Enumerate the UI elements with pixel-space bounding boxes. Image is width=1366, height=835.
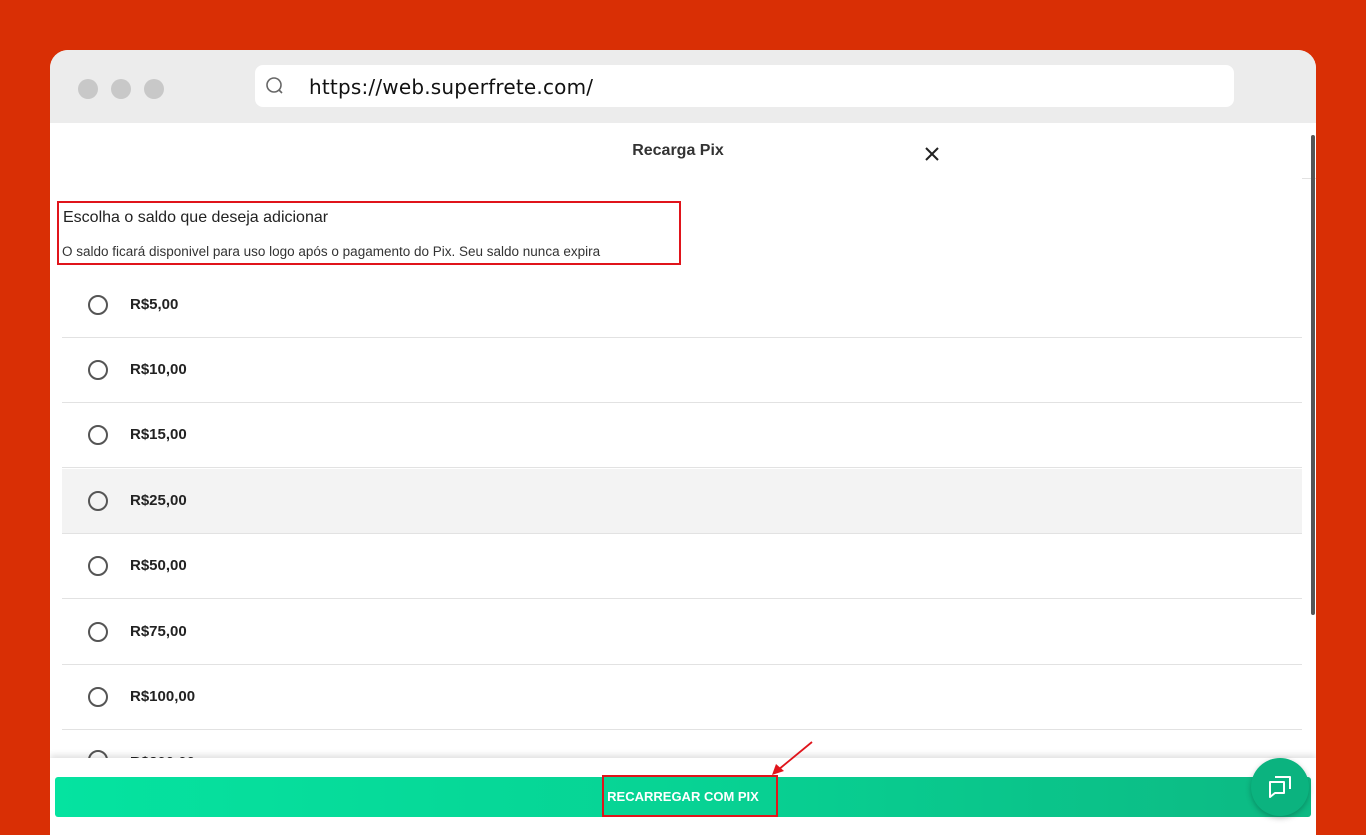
browser-window: https://web.superfrete.com/ Recarga Pix … xyxy=(50,50,1316,835)
option-label: R$5,00 xyxy=(130,296,179,313)
intro-title: Escolha o saldo que deseja adicionar xyxy=(63,209,329,226)
option-label: R$10,00 xyxy=(130,361,187,378)
browser-chrome: https://web.superfrete.com/ xyxy=(50,50,1316,123)
chat-icon xyxy=(1269,776,1291,798)
address-bar[interactable]: https://web.superfrete.com/ xyxy=(255,65,1234,107)
option-row[interactable]: R$50,00 xyxy=(62,534,1302,599)
window-maximize-dot[interactable] xyxy=(144,79,164,99)
option-row[interactable]: R$10,00 xyxy=(62,338,1302,403)
intro-highlight-box: Escolha o saldo que deseja adicionar O s… xyxy=(57,201,681,265)
window-minimize-dot[interactable] xyxy=(111,79,131,99)
option-row[interactable]: R$5,00 xyxy=(62,273,1302,338)
modal-footer: RECARREGAR COM PIX xyxy=(50,758,1316,835)
option-label: R$75,00 xyxy=(130,623,187,640)
window-close-dot[interactable] xyxy=(78,79,98,99)
option-row[interactable]: R$100,00 xyxy=(62,665,1302,730)
radio-button[interactable] xyxy=(88,491,108,511)
recharge-pix-label: RECARREGAR COM PIX xyxy=(607,789,759,804)
option-label: R$50,00 xyxy=(130,557,187,574)
close-icon[interactable] xyxy=(918,140,946,168)
intro-subtitle: O saldo ficará disponivel para uso logo … xyxy=(62,244,601,259)
radio-button[interactable] xyxy=(88,295,108,315)
radio-button[interactable] xyxy=(88,622,108,642)
radio-button[interactable] xyxy=(88,425,108,445)
option-label: R$15,00 xyxy=(130,426,187,443)
recharge-pix-button[interactable]: RECARREGAR COM PIX xyxy=(55,775,1311,817)
option-row[interactable]: R$25,00 xyxy=(62,469,1302,534)
chat-button[interactable] xyxy=(1251,758,1309,816)
option-row[interactable]: R$15,00 xyxy=(62,403,1302,468)
radio-button[interactable] xyxy=(88,360,108,380)
modal-title: Recarga Pix xyxy=(632,142,724,159)
option-row[interactable]: R$75,00 xyxy=(62,600,1302,665)
arrow-annotation xyxy=(772,741,813,775)
radio-button[interactable] xyxy=(88,556,108,576)
scrollbar[interactable] xyxy=(1311,135,1315,615)
search-icon xyxy=(266,77,283,94)
option-label: R$100,00 xyxy=(130,688,196,705)
option-label: R$25,00 xyxy=(130,492,187,509)
url-text: https://web.superfrete.com/ xyxy=(309,75,594,99)
radio-button[interactable] xyxy=(88,687,108,707)
